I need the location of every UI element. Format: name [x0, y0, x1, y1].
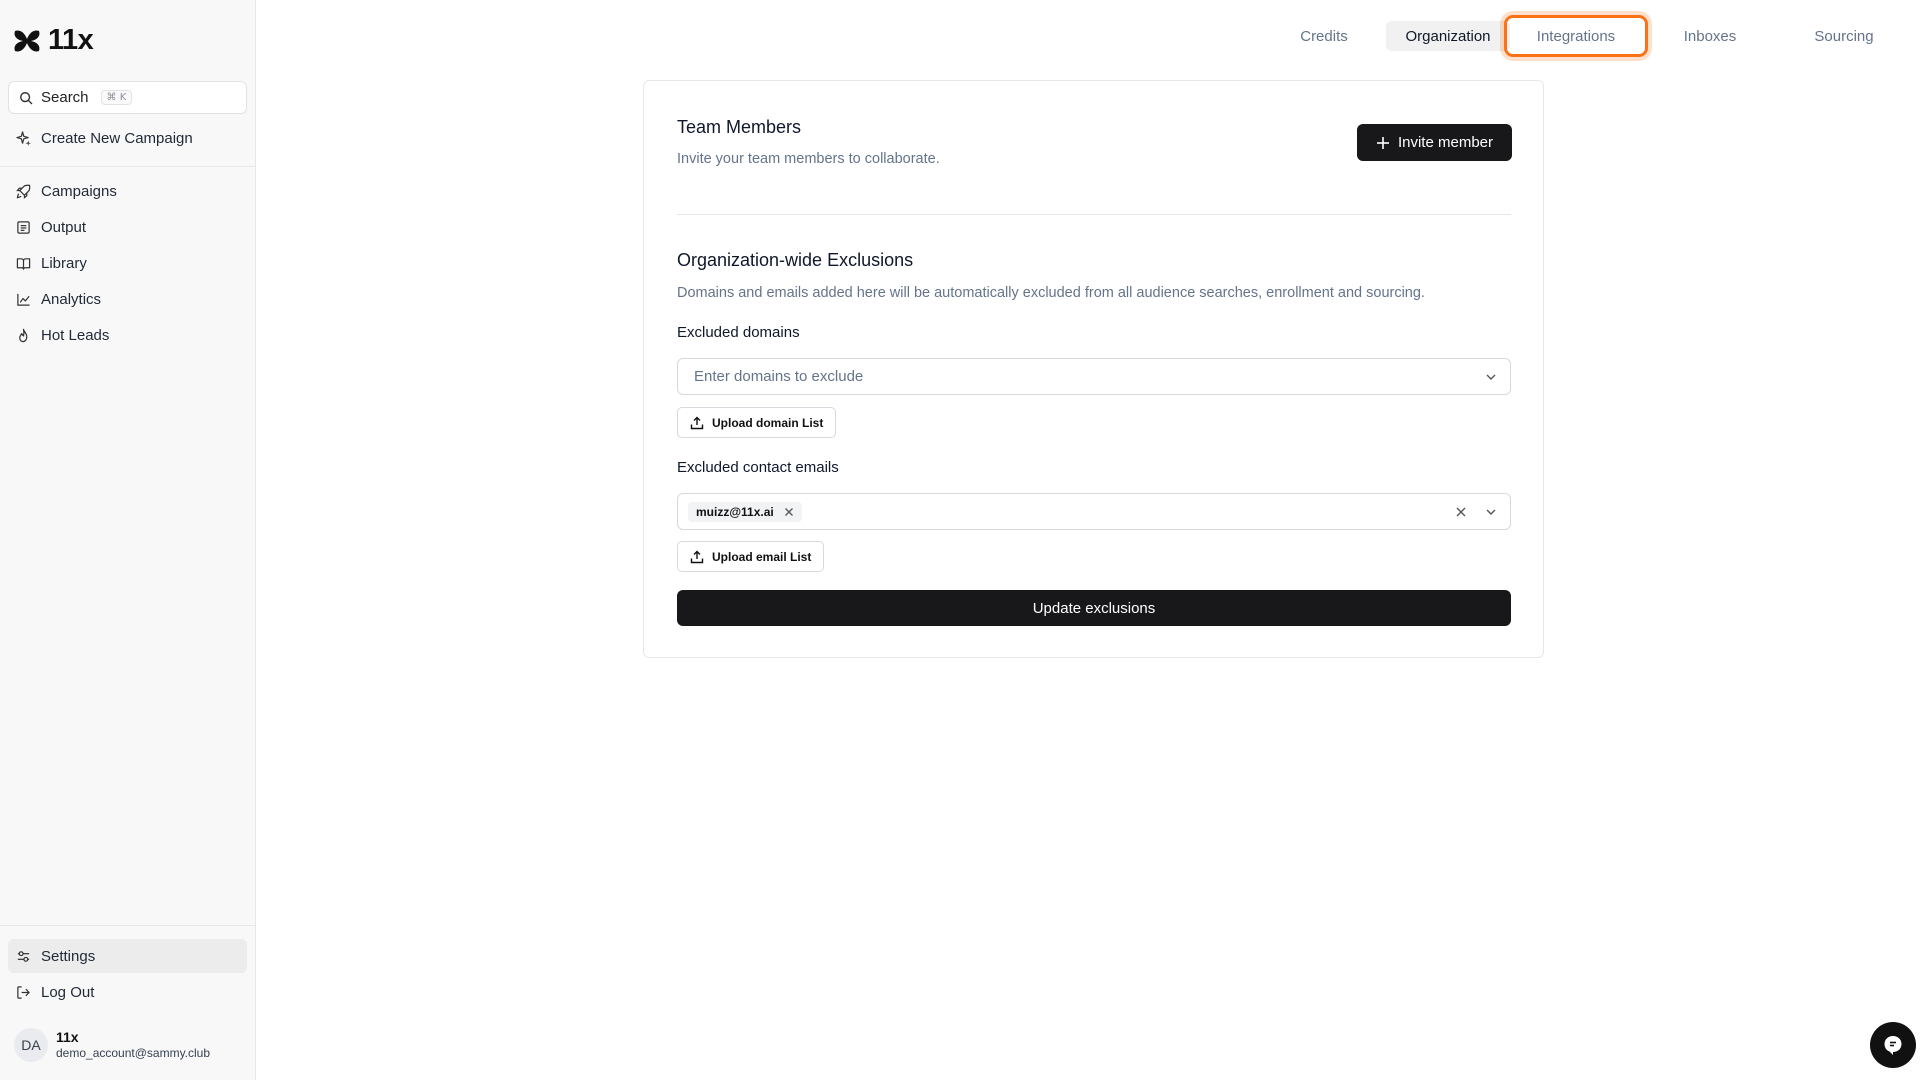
upload-domain-list-button[interactable]: Upload domain List	[677, 407, 837, 438]
user-name: 11x	[56, 1029, 79, 1045]
line-chart-icon	[17, 293, 30, 306]
sidebar: 11x Search ⌘ K Create New Campaign Campa…	[0, 0, 256, 1080]
upload-email-list-label: Upload email List	[712, 549, 812, 564]
plus-icon	[1376, 136, 1389, 149]
logo[interactable]: 11x	[12, 24, 94, 57]
team-members-title: Team Members	[677, 117, 802, 137]
excluded-domains-placeholder: Enter domains to exclude	[694, 368, 864, 385]
exclusions-title: Organization-wide Exclusions	[677, 250, 914, 270]
update-exclusions-button[interactable]: Update exclusions	[677, 590, 1511, 626]
sidebar-item-label: Library	[41, 254, 87, 272]
list-box-icon	[17, 220, 30, 234]
sidebar-item-analytics[interactable]: Analytics	[8, 282, 247, 316]
create-campaign-label: Create New Campaign	[41, 129, 193, 147]
tab-inboxes[interactable]: Inboxes	[1658, 21, 1762, 51]
tab-credits[interactable]: Credits	[1280, 21, 1368, 51]
excluded-domains-select[interactable]: Enter domains to exclude	[677, 358, 1511, 395]
sidebar-divider	[0, 166, 256, 167]
sidebar-item-library[interactable]: Library	[8, 246, 247, 280]
clear-all-icon[interactable]	[1454, 505, 1468, 519]
chevron-down-icon[interactable]	[1484, 505, 1498, 519]
team-members-description: Invite your team members to collaborate.	[677, 151, 940, 167]
user-profile[interactable]: DA 11x demo_account@sammy.club	[14, 1028, 210, 1062]
tab-integrations[interactable]: Integrations	[1504, 15, 1648, 57]
sidebar-item-label: Campaigns	[41, 182, 117, 200]
sidebar-item-label: Hot Leads	[41, 326, 110, 344]
logo-text: 11x	[48, 24, 94, 56]
email-chip[interactable]: muizz@11x.ai	[688, 501, 802, 522]
chevron-down-icon	[1486, 374, 1496, 380]
logout-button[interactable]: Log Out	[8, 975, 247, 1009]
sidebar-divider	[0, 925, 256, 926]
logout-label: Log Out	[41, 983, 95, 1001]
sidebar-item-hot-leads[interactable]: Hot Leads	[8, 318, 247, 352]
logo-mark-icon	[14, 30, 40, 51]
flame-icon	[19, 328, 28, 342]
sidebar-item-output[interactable]: Output	[8, 210, 247, 244]
create-campaign-button[interactable]: Create New Campaign	[8, 121, 247, 155]
sidebar-item-label: Output	[41, 218, 87, 236]
user-email: demo_account@sammy.club	[56, 1046, 211, 1060]
excluded-emails-select[interactable]: muizz@11x.ai	[677, 493, 1511, 530]
logout-icon	[17, 985, 30, 999]
upload-icon	[690, 416, 704, 429]
sidebar-item-settings[interactable]: Settings	[8, 939, 247, 973]
settings-label: Settings	[41, 947, 96, 965]
tab-sourcing[interactable]: Sourcing	[1784, 21, 1904, 51]
avatar: DA	[14, 1028, 48, 1062]
chat-support-button[interactable]	[1870, 1022, 1916, 1068]
sparkles-icon	[16, 130, 31, 146]
search-input[interactable]: Search ⌘ K	[8, 81, 247, 114]
email-chip-label: muizz@11x.ai	[696, 504, 774, 519]
rocket-icon	[16, 184, 31, 199]
search-label: Search	[41, 89, 89, 106]
invite-member-label: Invite member	[1397, 134, 1494, 151]
upload-icon	[690, 550, 704, 563]
tab-organization[interactable]: Organization	[1386, 21, 1510, 51]
invite-member-button[interactable]: Invite member	[1357, 124, 1512, 161]
chat-icon	[1884, 1036, 1902, 1055]
section-divider	[677, 214, 1511, 215]
book-open-icon	[16, 257, 31, 270]
search-icon	[20, 91, 33, 104]
exclusions-description: Domains and emails added here will be au…	[677, 285, 1425, 301]
search-shortcut: ⌘ K	[100, 90, 133, 105]
sliders-icon	[17, 950, 30, 962]
excluded-emails-label: Excluded contact emails	[677, 459, 839, 476]
excluded-domains-label: Excluded domains	[677, 324, 800, 341]
sidebar-item-campaigns[interactable]: Campaigns	[8, 174, 247, 208]
organization-settings-card: Team Members Invite your team members to…	[643, 80, 1544, 658]
sidebar-item-label: Analytics	[41, 290, 102, 308]
upload-email-list-button[interactable]: Upload email List	[677, 541, 825, 572]
remove-chip-icon[interactable]	[784, 507, 794, 517]
upload-domain-list-label: Upload domain List	[712, 415, 824, 430]
